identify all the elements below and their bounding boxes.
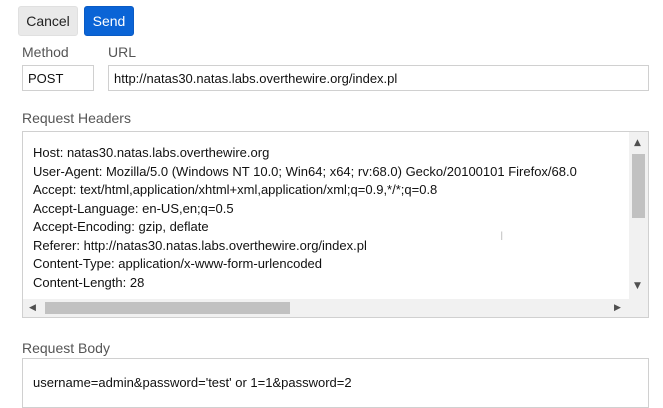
request-headers-text: Host: natas30.natas.labs.overthewire.org…	[33, 145, 577, 290]
url-value: http://natas30.natas.labs.overthewire.or…	[114, 70, 398, 86]
chevron-down-icon[interactable]: ▼	[634, 281, 641, 291]
text-cursor-icon: I	[500, 229, 504, 243]
url-label: URL	[108, 44, 137, 60]
method-value: POST	[28, 70, 64, 86]
send-button[interactable]: Send	[84, 6, 134, 36]
method-label: Method	[22, 44, 69, 60]
headers-horizontal-scrollbar[interactable]: ◀ ▶	[23, 299, 629, 317]
chevron-up-icon[interactable]: ▲	[634, 138, 641, 148]
method-field[interactable]: POST	[22, 65, 94, 91]
headers-vertical-scrollbar[interactable]: ▲ ▼	[629, 132, 648, 300]
url-field[interactable]: http://natas30.natas.labs.overthewire.or…	[108, 65, 649, 91]
scrollbar-corner	[629, 299, 648, 317]
chevron-right-icon[interactable]: ▶	[614, 303, 621, 313]
request-body-text: username=admin&password='test' or 1=1&pa…	[33, 375, 352, 390]
horizontal-scroll-thumb[interactable]	[45, 302, 290, 314]
chevron-left-icon[interactable]: ◀	[29, 303, 36, 313]
request-headers-label: Request Headers	[22, 110, 131, 126]
vertical-scroll-thumb[interactable]	[632, 154, 645, 218]
request-body-label: Request Body	[22, 340, 110, 356]
request-headers-textarea[interactable]: Host: natas30.natas.labs.overthewire.org…	[22, 131, 649, 318]
request-body-textarea[interactable]: username=admin&password='test' or 1=1&pa…	[22, 358, 649, 408]
cancel-button[interactable]: Cancel	[18, 6, 78, 36]
